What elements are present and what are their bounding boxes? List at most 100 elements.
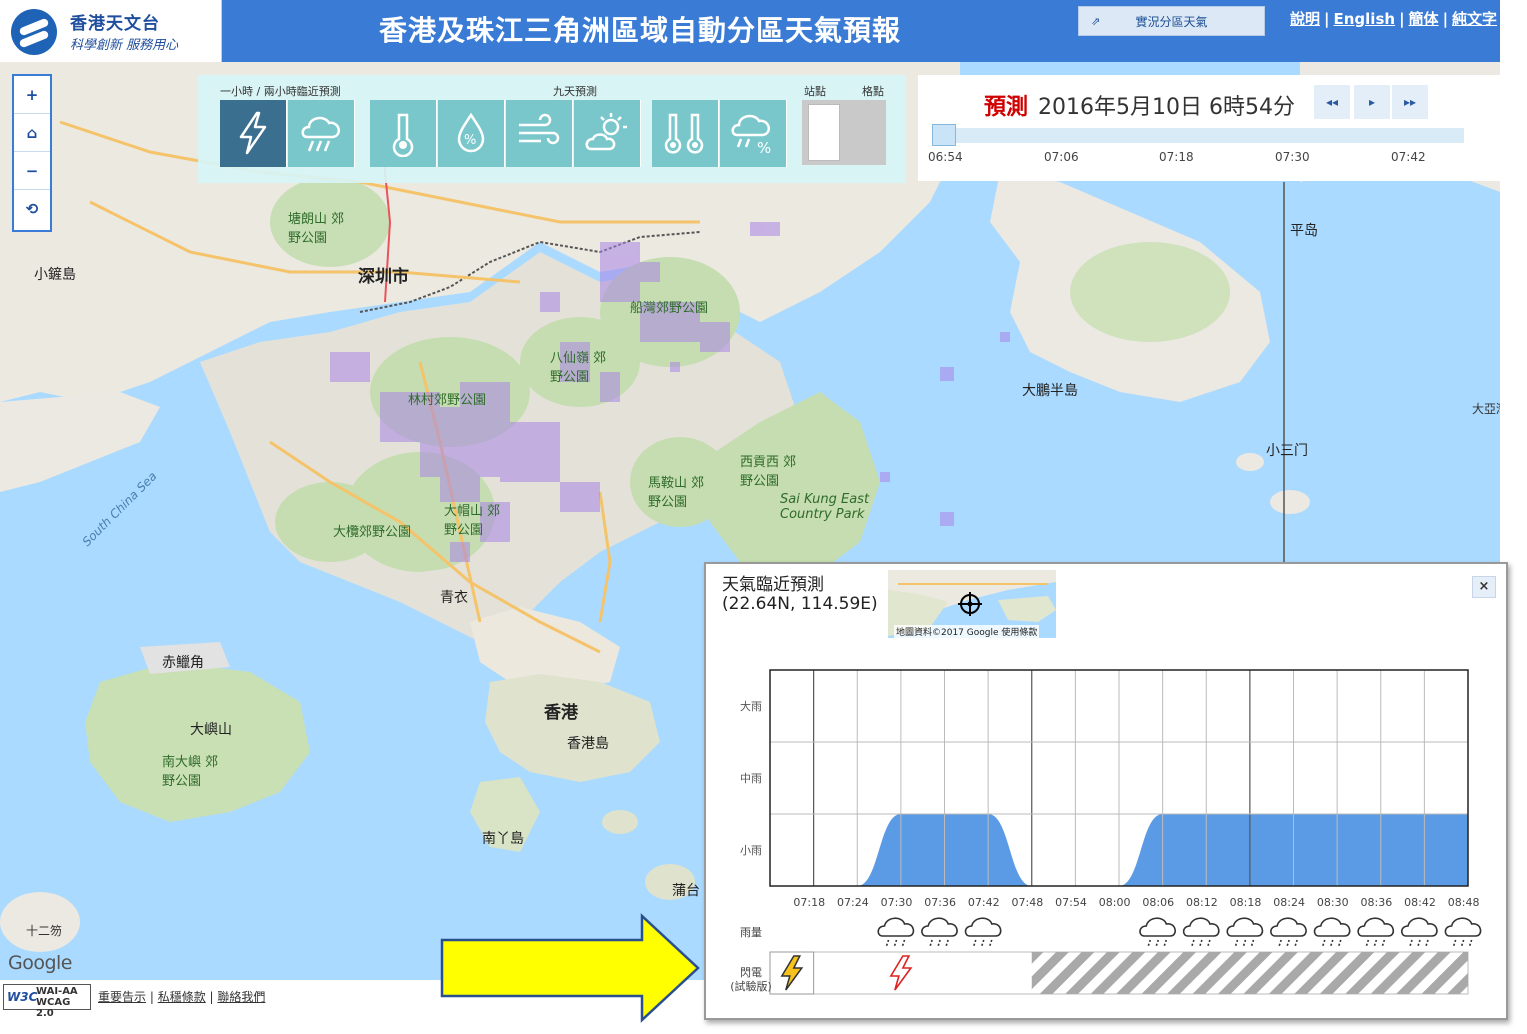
text-only-link[interactable]: 純文字 — [1452, 10, 1497, 28]
forecast-time-panel: 預測 2016年5月10日 6時54分 ◂◂ ▸ ▸▸ 06:54 07:06 … — [918, 75, 1500, 181]
map-label-tai-mo-shan-park: 大帽山 郊野公園 — [444, 504, 501, 538]
simplified-chinese-link[interactable]: 簡体 — [1409, 10, 1439, 28]
x-tick-label: 08:36 — [1361, 896, 1393, 909]
page-title: 香港及珠江三角洲區域自動分區天氣預報 — [378, 14, 901, 47]
time-slider-thumb[interactable] — [932, 124, 956, 146]
rain-cloud-icon — [1270, 917, 1307, 937]
x-tick-label: 08:18 — [1230, 896, 1262, 909]
app-root: 香港天文台 科學創新 服務用心 香港及珠江三角洲區域自動分區天氣預報 ⇗ 實況分… — [0, 0, 1527, 1034]
refresh-button[interactable]: ⟲ — [14, 190, 50, 228]
rain-drops — [1278, 939, 1282, 947]
sun-cloud-icon — [585, 113, 627, 151]
x-tick-label: 08:00 — [1099, 896, 1131, 909]
previous-frame-button[interactable]: ◂◂ — [1314, 85, 1350, 119]
rain-drops — [1242, 939, 1247, 947]
rain-cloud-icon — [1357, 917, 1395, 937]
rainfall-layer-button[interactable] — [288, 100, 355, 167]
weather-layer-button[interactable] — [574, 100, 641, 167]
map-label-tai-lam-park: 塘朗山 郊野公園 — [288, 212, 345, 246]
svg-text:%: % — [464, 133, 476, 148]
no-data-hatch — [1031, 952, 1468, 994]
play-button[interactable]: ▸ — [1354, 85, 1390, 119]
map-label-tsing-yi: 青衣 — [440, 590, 468, 606]
map-label-pat-sin-leng-park: 八仙嶺 郊野公園 — [550, 351, 607, 385]
rain-drops — [1207, 939, 1211, 947]
thermometer-icon — [392, 113, 414, 157]
rain-cloud-icon — [1400, 917, 1438, 937]
x-tick-label: 08:24 — [1273, 896, 1305, 909]
rain-cloud-icon — [301, 116, 341, 152]
x-tick-label: 07:42 — [968, 896, 1000, 909]
rain-drops — [1460, 939, 1465, 947]
y-tick-label: 小雨 — [740, 844, 762, 857]
time-tick: 07:06 — [1044, 150, 1079, 164]
rain-cloud-icon — [1182, 917, 1220, 937]
time-tick: 07:42 — [1391, 150, 1426, 164]
contact-us-link[interactable]: 聯絡我們 — [217, 990, 265, 1004]
map-label-shenzhen: 深圳市 — [358, 267, 409, 287]
rain-drops — [1234, 939, 1239, 947]
rain-drops — [929, 939, 933, 947]
x-tick-label: 08:42 — [1404, 896, 1436, 909]
important-notices-link[interactable]: 重要告示 — [98, 990, 146, 1004]
max-min-temperature-icon — [664, 113, 704, 154]
rain-cloud-icon — [964, 917, 1002, 937]
rain-probability-layer-button[interactable]: % — [720, 100, 787, 167]
zoom-in-button[interactable]: + — [14, 76, 50, 114]
hko-logo[interactable]: 香港天文台 科學創新 服務用心 — [0, 0, 222, 62]
forecast-datetime: 2016年5月10日 6時54分 — [1038, 95, 1295, 120]
rainfall-nowcast-chart: 小雨 中雨 大雨 07:18 07:24 07:30 07:36 07:42 07:48 07:5… — [740, 669, 1482, 995]
english-link[interactable]: English — [1334, 10, 1396, 28]
x-tick-label: 08:48 — [1448, 896, 1480, 909]
lightning-row-label-line1: 閃電 — [740, 966, 762, 979]
external-link-icon: ⇗ — [1091, 15, 1101, 28]
station-grid-toggle[interactable] — [802, 100, 886, 165]
map-label-xiaochandao: 小鏟島 — [34, 267, 76, 283]
max-min-temperature-layer-button[interactable] — [652, 100, 719, 167]
x-tick-label: 08:12 — [1186, 896, 1218, 909]
svg-text:%: % — [757, 139, 771, 157]
rain-drops — [1250, 939, 1255, 947]
zoom-controls: + ⌂ − ⟲ — [12, 74, 52, 232]
map-label-xiaosanmen: 小三门 — [1266, 443, 1308, 459]
map-label-hk-island: 香港島 — [567, 736, 609, 752]
rain-drops — [1365, 939, 1370, 947]
time-tick: 07:30 — [1275, 150, 1310, 164]
zoom-out-button[interactable]: − — [14, 152, 50, 190]
toggle-knob[interactable] — [808, 104, 840, 161]
rain-cloud-icon — [1313, 917, 1351, 937]
rain-drops — [989, 939, 993, 947]
privacy-policy-link[interactable]: 私穩條款 — [158, 990, 206, 1004]
help-link[interactable]: 說明 — [1290, 10, 1320, 28]
layer-toolbar: 一小時 / 兩小時臨近預測 九天預測 站點 格點 % % — [198, 75, 906, 183]
wcag-label: WCAG 2.0 — [36, 997, 71, 1019]
x-tick-label: 08:06 — [1142, 896, 1174, 909]
google-logo: Google — [8, 952, 73, 974]
nowcast-caption: 一小時 / 兩小時臨近預測 — [220, 85, 341, 98]
next-frame-button[interactable]: ▸▸ — [1392, 85, 1428, 119]
map-label-lamma: 南丫島 — [482, 831, 524, 847]
rain-drops — [1409, 939, 1413, 947]
rain-drops — [1191, 939, 1195, 947]
wcag-badge[interactable]: W3C WAI-AA WCAG 2.0 — [3, 984, 91, 1019]
yellow-arrow-icon — [440, 913, 700, 1023]
x-tick-label: 08:30 — [1317, 896, 1349, 909]
forecast-label: 預測 — [984, 95, 1029, 120]
rain-row-label: 雨量 — [740, 926, 762, 939]
rain-drops — [1155, 939, 1160, 947]
rain-drops — [1425, 939, 1429, 947]
observation-button[interactable]: ⇗ 實況分區天氣 — [1078, 6, 1265, 36]
x-tick-label: 07:36 — [924, 896, 956, 909]
temperature-layer-button[interactable] — [370, 100, 437, 167]
rain-drops — [893, 939, 898, 947]
rain-drops — [1381, 939, 1386, 947]
map-label-sai-kung-east-park: Sai Kung East Country Park — [780, 492, 870, 522]
rain-drops — [885, 939, 890, 947]
rain-drops — [1286, 939, 1290, 947]
lightning-layer-button[interactable] — [220, 100, 287, 167]
rain-drops — [1199, 939, 1203, 947]
home-button[interactable]: ⌂ — [14, 114, 50, 152]
humidity-layer-button[interactable]: % — [438, 100, 505, 167]
wind-layer-button[interactable] — [506, 100, 573, 167]
time-slider-track[interactable] — [932, 128, 1464, 143]
